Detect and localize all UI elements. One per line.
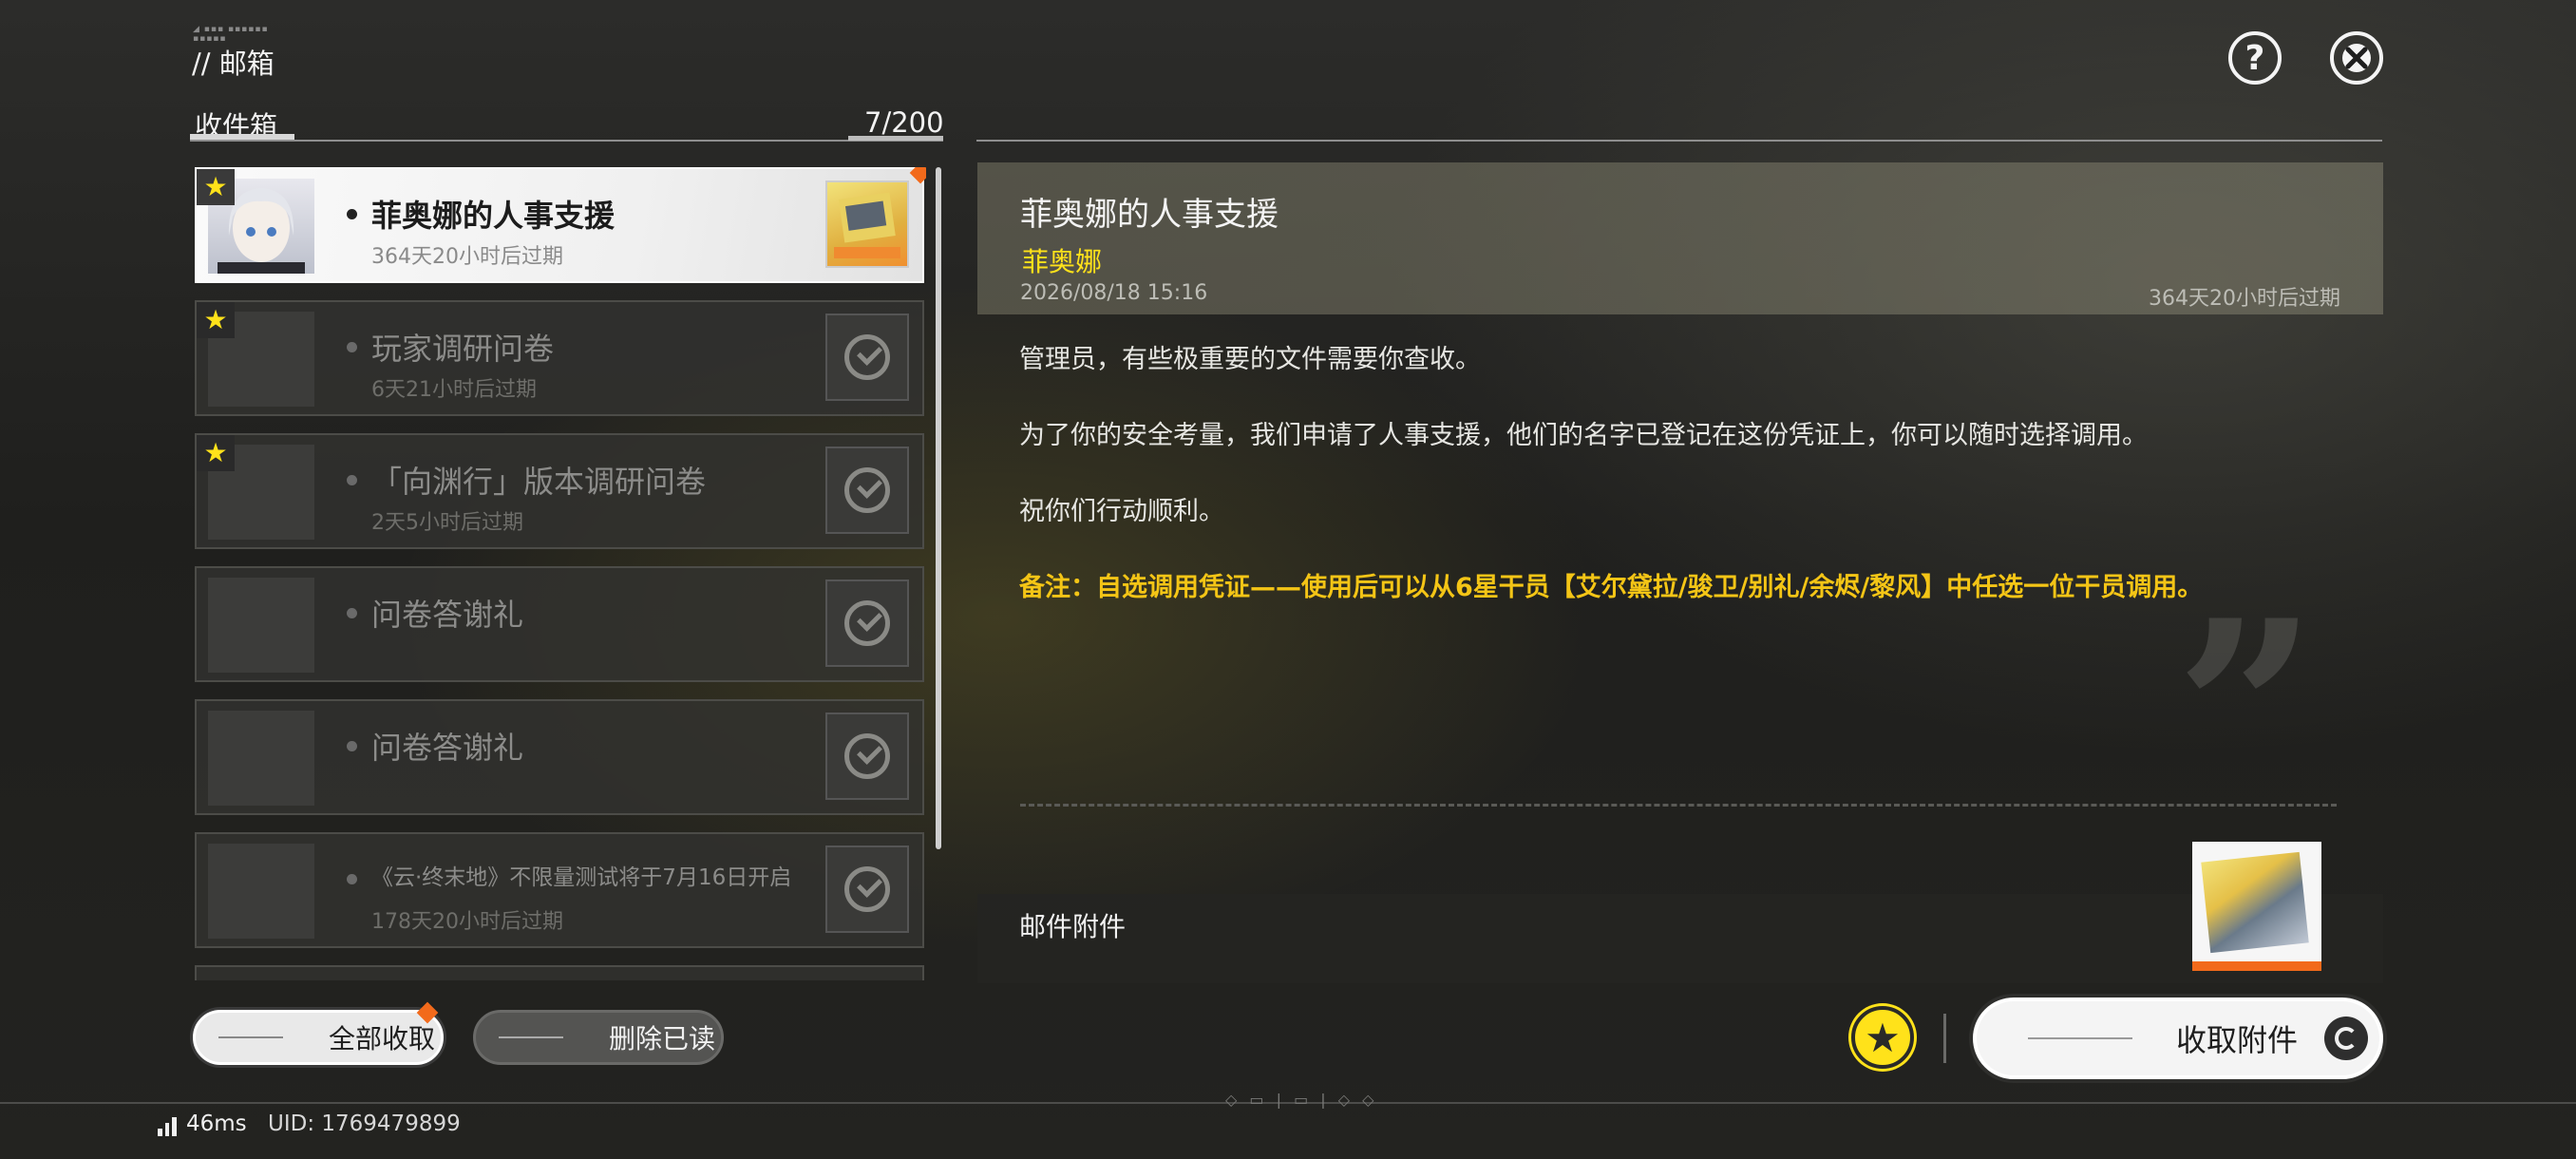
help-button[interactable]: ? bbox=[2228, 31, 2282, 85]
mail-item[interactable]: 《云·终末地》不限量测试将于7月16日开启 178天20小时后过期 bbox=[195, 832, 924, 948]
mail-expire: 364天20小时后过期 bbox=[371, 245, 563, 269]
inbox-divider-accent bbox=[848, 136, 943, 141]
mail-title: 玩家调研问卷 bbox=[371, 331, 555, 367]
star-icon: ★ bbox=[197, 169, 235, 205]
detail-date: 2026/08/18 15:16 bbox=[1020, 281, 1208, 305]
dashed-divider bbox=[1020, 804, 2337, 807]
button-decor-line bbox=[499, 1036, 563, 1038]
bullet-dot bbox=[347, 209, 357, 219]
mail-item[interactable]: 问卷答谢礼 bbox=[195, 699, 924, 815]
quote-mark-icon: ” bbox=[2175, 567, 2318, 857]
star-favorite-button[interactable]: ★ bbox=[1851, 1006, 1914, 1069]
rarity-bar bbox=[2192, 961, 2321, 971]
attachment-item[interactable] bbox=[2192, 842, 2321, 971]
bullet-dot bbox=[347, 475, 357, 485]
claimed-check-icon bbox=[825, 580, 909, 667]
attachments-bar bbox=[977, 894, 2383, 983]
footer-decoration: ◇ ▭ | ▭ | ◇ ◇ bbox=[1225, 1091, 1378, 1109]
attachments-label: 邮件附件 bbox=[1019, 911, 1127, 942]
sender-avatar bbox=[208, 844, 314, 939]
claim-all-button[interactable]: 全部收取 bbox=[193, 1010, 444, 1065]
mail-item-selected[interactable]: ★ 菲奥娜的人事支援 364天20小时后过期 bbox=[195, 167, 926, 283]
voucher-icon bbox=[2201, 851, 2309, 954]
close-button[interactable] bbox=[2330, 31, 2383, 85]
inbox-count: 7/200 bbox=[864, 106, 944, 139]
detail-paragraph: 为了你的安全考量，我们申请了人事支援，他们的名字已登记在这份凭证上，你可以随时选… bbox=[1019, 421, 2148, 450]
mail-list[interactable]: ★ 菲奥娜的人事支援 364天20小时后过期 ★ 玩家调研问卷 6天21小时后过… bbox=[195, 167, 926, 980]
sender-avatar bbox=[208, 578, 314, 673]
button-decor-line bbox=[218, 1036, 283, 1038]
user-id: UID: 1769479899 bbox=[268, 1112, 461, 1136]
claim-attachment-label: 收取附件 bbox=[2176, 1022, 2299, 1058]
mail-list-scrollbar[interactable] bbox=[936, 167, 941, 849]
mail-item[interactable]: ★ 玩家调研问卷 6天21小时后过期 bbox=[195, 300, 924, 416]
sender-avatar bbox=[208, 711, 314, 806]
mail-expire: 6天21小时后过期 bbox=[371, 378, 537, 402]
detail-title: 菲奥娜的人事支援 bbox=[1020, 196, 1279, 234]
decorative-logo-text: ◢ ▪▪▪ ▪▪▪▪▪▪ ▪▪▪▪▪ bbox=[193, 25, 269, 44]
question-icon: ? bbox=[2245, 38, 2265, 78]
detail-paragraph: 祝你们行动顺利。 bbox=[1019, 497, 1224, 526]
star-icon: ★ bbox=[197, 302, 235, 338]
claimed-check-icon bbox=[825, 446, 909, 534]
claimed-check-icon bbox=[825, 712, 909, 800]
detail-sender: 菲奥娜 bbox=[1022, 246, 1103, 277]
separator bbox=[1943, 1014, 1946, 1063]
attachment-thumbnail bbox=[825, 180, 909, 268]
star-icon: ★ bbox=[197, 435, 235, 471]
detail-divider bbox=[976, 140, 2382, 142]
claim-all-label: 全部收取 bbox=[329, 1023, 436, 1054]
bullet-dot bbox=[347, 608, 357, 618]
detail-note: 备注：自选调用凭证——使用后可以从6星干员【艾尔黛拉/骏卫/别礼/余烬/黎风】中… bbox=[1019, 573, 2204, 602]
bullet-dot bbox=[347, 874, 357, 884]
breadcrumb: // 邮箱 bbox=[192, 48, 275, 80]
unread-marker bbox=[909, 167, 926, 184]
bullet-dot bbox=[347, 342, 357, 352]
mail-expire: 2天5小时后过期 bbox=[371, 511, 523, 535]
detail-paragraph: 管理员，有些极重要的文件需要你查收。 bbox=[1019, 345, 1481, 374]
claimed-check-icon bbox=[825, 846, 909, 933]
ping-value: 46ms bbox=[186, 1112, 247, 1136]
button-decor-line bbox=[2028, 1037, 2132, 1039]
close-icon bbox=[2342, 44, 2371, 72]
detail-expire: 364天20小时后过期 bbox=[2149, 287, 2340, 311]
mail-item[interactable]: 问卷答谢礼 bbox=[195, 566, 924, 682]
claim-attachment-button[interactable]: 收取附件 bbox=[1973, 998, 2383, 1079]
mail-expire: 178天20小时后过期 bbox=[371, 910, 563, 934]
mail-item[interactable]: ★ 「向渊行」版本调研问卷 2天5小时后过期 bbox=[195, 433, 924, 549]
mail-title: 问卷答谢礼 bbox=[371, 597, 524, 633]
mail-title: 「向渊行」版本调研问卷 bbox=[371, 464, 707, 500]
inbox-divider bbox=[190, 140, 943, 142]
delete-read-button[interactable]: 删除已读 bbox=[473, 1010, 724, 1065]
mail-title: 问卷答谢礼 bbox=[371, 730, 524, 766]
delete-read-label: 删除已读 bbox=[609, 1023, 716, 1054]
bullet-dot bbox=[347, 741, 357, 751]
mail-title: 《云·终末地》不限量测试将于7月16日开启 bbox=[371, 865, 792, 890]
inbox-divider-accent bbox=[190, 134, 294, 140]
mail-item[interactable] bbox=[195, 965, 924, 980]
refresh-icon bbox=[2324, 1016, 2369, 1060]
mail-title: 菲奥娜的人事支援 bbox=[371, 198, 616, 234]
claimed-check-icon bbox=[825, 314, 909, 401]
star-icon: ★ bbox=[1865, 1014, 1901, 1061]
signal-icon bbox=[158, 1115, 178, 1136]
